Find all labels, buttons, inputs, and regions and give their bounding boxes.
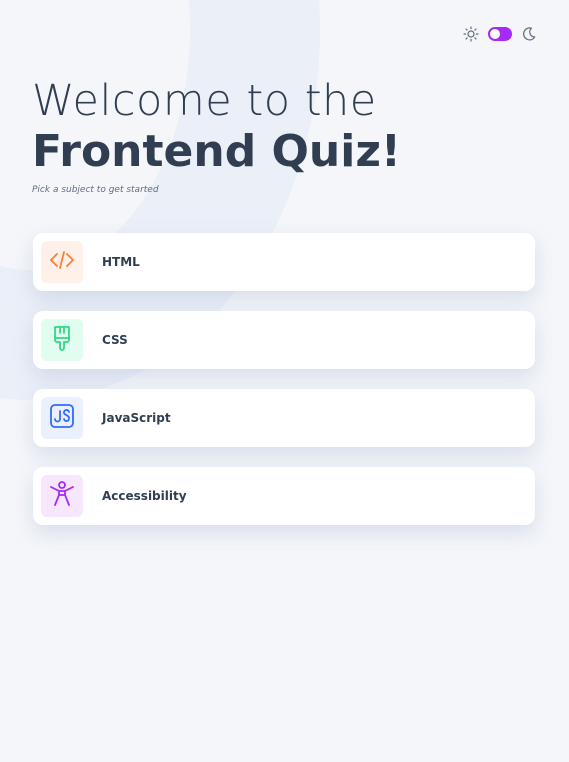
js-badge-icon xyxy=(48,402,76,434)
moon-icon xyxy=(521,26,537,42)
html-code-icon xyxy=(48,246,76,278)
subtitle: Pick a subject to get started xyxy=(32,185,159,195)
subject-list: HTML CSS JavaScript Accessibility xyxy=(33,233,535,545)
subject-css-button[interactable]: CSS xyxy=(33,311,535,369)
subject-label: CSS xyxy=(102,333,128,347)
html-icon-tile xyxy=(41,241,83,283)
accessibility-icon-tile xyxy=(41,475,83,517)
theme-toggle xyxy=(463,26,537,42)
title-light: Welcome to the xyxy=(32,76,377,126)
subject-accessibility-button[interactable]: Accessibility xyxy=(33,467,535,525)
sun-icon xyxy=(463,26,479,42)
page-title: Welcome to the Frontend Quiz! xyxy=(32,76,401,178)
css-icon-tile xyxy=(41,319,83,361)
javascript-icon-tile xyxy=(41,397,83,439)
subject-label: HTML xyxy=(102,255,140,269)
paintbrush-icon xyxy=(48,324,76,356)
subject-javascript-button[interactable]: JavaScript xyxy=(33,389,535,447)
page: Welcome to the Frontend Quiz! Pick a sub… xyxy=(0,0,569,762)
theme-switch-knob xyxy=(490,29,500,39)
subject-label: JavaScript xyxy=(102,411,171,425)
accessibility-person-icon xyxy=(48,480,76,512)
theme-switch[interactable] xyxy=(488,27,512,41)
subject-html-button[interactable]: HTML xyxy=(33,233,535,291)
subject-label: Accessibility xyxy=(102,489,187,503)
title-bold: Frontend Quiz! xyxy=(32,126,401,177)
